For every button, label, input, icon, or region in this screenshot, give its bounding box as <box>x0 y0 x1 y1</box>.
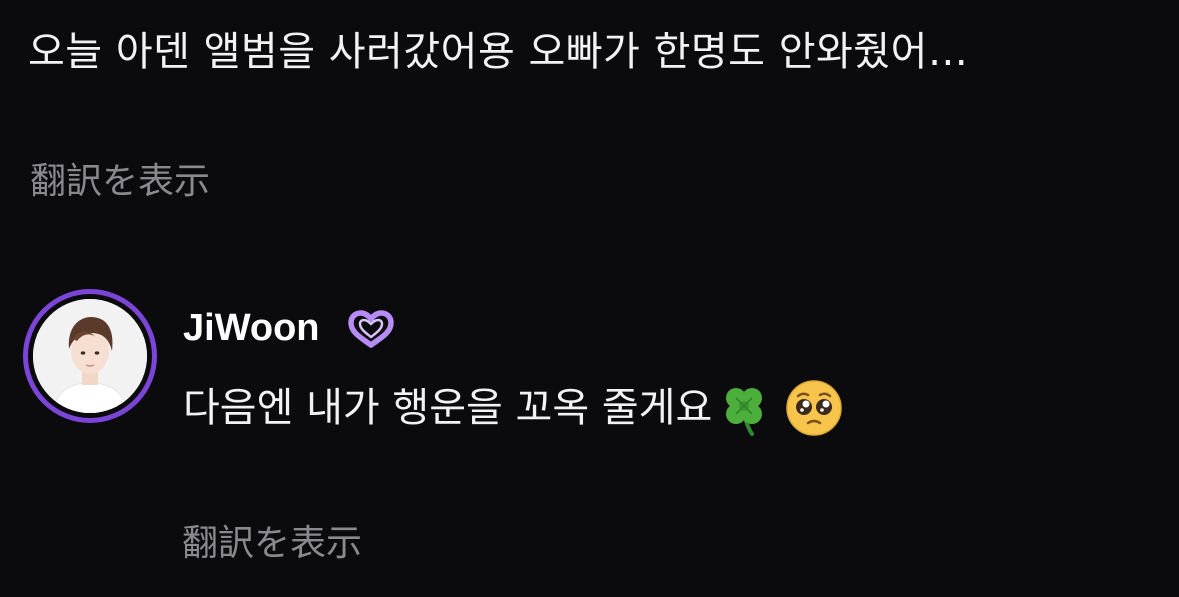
fan-comment-text: 오늘 아덴 앨범을 사러갔어용 오빠가 한명도 안와줬어… <box>28 29 969 75</box>
four-leaf-clover-icon <box>726 388 763 436</box>
artist-avatar[interactable] <box>23 289 157 423</box>
artist-reply-text: 다음엔 내가 행운을 꼬옥 줄게요 <box>183 385 713 431</box>
show-translation-link[interactable]: 翻訳を表示 <box>30 160 210 204</box>
artist-name[interactable]: JiWoon <box>183 305 320 351</box>
artist-reply: 다음엔 내가 행운을 꼬옥 줄게요 <box>183 378 844 438</box>
pleading-face-icon <box>786 380 843 436</box>
avatar-photo <box>33 299 147 413</box>
show-translation-link-reply[interactable]: 翻訳を表示 <box>182 522 362 566</box>
purple-heart-ring-icon <box>348 310 394 348</box>
